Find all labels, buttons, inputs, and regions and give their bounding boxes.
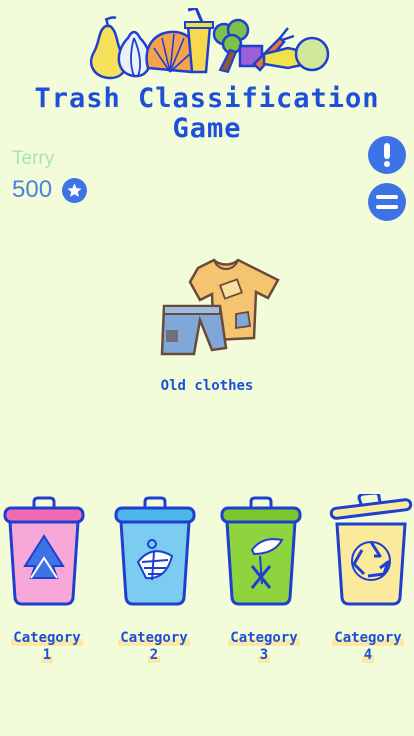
score-display: 500 — [12, 176, 88, 204]
exclamation-icon — [384, 143, 390, 167]
bin-category-1[interactable] — [1, 494, 87, 610]
bin-label-line-2: 4 — [361, 647, 375, 663]
bin-label-category-2: Category 2 — [106, 630, 202, 664]
menu-icon — [376, 195, 398, 209]
old-clothes-icon — [160, 258, 280, 356]
bin-label-category-1: Category 1 — [0, 630, 95, 664]
player-name: Terry — [12, 148, 55, 169]
score-value: 500 — [12, 176, 53, 203]
bin-label-line-2: 3 — [257, 647, 271, 663]
bin-label-line-2: 2 — [147, 647, 161, 663]
menu-button[interactable] — [368, 183, 406, 221]
title-line-1: Trash Classification — [34, 83, 380, 114]
star-icon — [62, 177, 88, 203]
bin-category-4[interactable] — [328, 494, 414, 610]
game-title: Trash Classification Game — [0, 84, 414, 144]
bin-label-line-2: 1 — [40, 647, 54, 663]
bin-label-line-1: Category — [11, 630, 83, 646]
bin-label-category-4: Category 4 — [320, 630, 414, 664]
bin-category-2[interactable] — [112, 494, 198, 610]
item-label: Old clothes — [160, 378, 254, 394]
bin-label-category-3: Category 3 — [216, 630, 312, 664]
food-waste-banner-icon — [89, 8, 330, 80]
bin-category-3[interactable] — [218, 494, 304, 610]
bin-label-line-1: Category — [332, 630, 404, 646]
info-button[interactable] — [368, 136, 406, 174]
bin-label-line-1: Category — [228, 630, 300, 646]
bin-label-line-1: Category — [118, 630, 190, 646]
title-line-2: Game — [172, 113, 242, 144]
